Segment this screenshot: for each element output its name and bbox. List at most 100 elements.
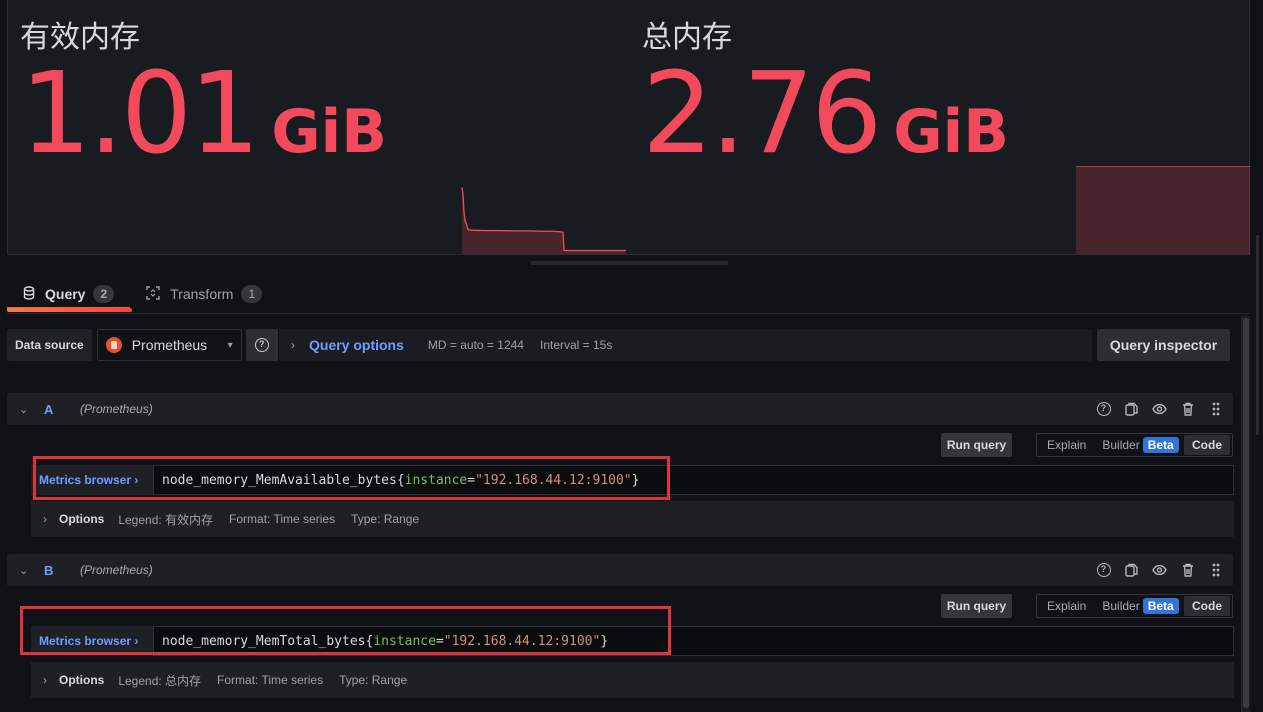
- query-ref-id[interactable]: B: [44, 563, 80, 578]
- chevron-right-icon: ›: [291, 338, 295, 352]
- code-mode-option[interactable]: Code: [1184, 596, 1230, 616]
- expr-brace: {: [365, 633, 374, 649]
- chevron-right-icon: ›: [43, 512, 47, 526]
- chevron-right-icon: ›: [134, 473, 139, 487]
- drag-handle-icon[interactable]: [1208, 563, 1223, 578]
- metrics-browser-label: Metrics browser: [39, 634, 132, 648]
- query-options-row-a[interactable]: › Options Legend: 有效内存 Format: Time seri…: [31, 501, 1234, 537]
- help-icon[interactable]: ?: [1096, 402, 1111, 417]
- help-icon[interactable]: ?: [1096, 563, 1111, 578]
- legend-summary: Legend: 总内存: [118, 673, 202, 688]
- metrics-query-row-a: Metrics browser › node_memory_MemAvailab…: [31, 465, 1234, 495]
- stat-value: 1.01 GiB: [20, 58, 387, 170]
- query-inspector-button[interactable]: Query inspector: [1097, 329, 1230, 361]
- stat-panel-available-memory[interactable]: 有效内存 1.01 GiB: [8, 0, 630, 254]
- query-options-row-b[interactable]: › Options Legend: 总内存 Format: Time serie…: [31, 662, 1234, 698]
- expr-brace: }: [600, 633, 609, 649]
- drag-handle-icon[interactable]: [1208, 402, 1223, 417]
- duplicate-query-icon[interactable]: [1124, 563, 1139, 578]
- chevron-right-icon: ›: [43, 673, 47, 687]
- editor-mode-toggle: Explain Builder Beta Code: [1036, 594, 1233, 618]
- code-mode-option[interactable]: Code: [1184, 435, 1230, 455]
- stat-panel-total-memory[interactable]: 总内存 2.76 GiB: [630, 0, 1250, 254]
- expr-label-value: "192.168.44.12:9100": [443, 633, 601, 649]
- editor-tabs: Query 2 Transform 1: [7, 278, 278, 312]
- explain-toggle[interactable]: Explain: [1039, 438, 1094, 452]
- tab-transform[interactable]: Transform 1: [130, 278, 278, 310]
- max-datapoints-info: MD = auto = 1244: [427, 338, 524, 352]
- tab-query[interactable]: Query 2: [7, 278, 131, 310]
- promql-query-input[interactable]: node_memory_MemAvailable_bytes{instance =…: [153, 465, 1234, 495]
- duplicate-query-icon[interactable]: [1124, 402, 1139, 417]
- expr-operator: =: [435, 633, 444, 649]
- stat-number: 1.01: [20, 49, 260, 179]
- database-icon: [23, 285, 35, 303]
- stat-number: 2.76: [642, 49, 882, 179]
- builder-label: Builder: [1102, 438, 1140, 452]
- builder-mode-option[interactable]: Builder Beta: [1094, 598, 1179, 614]
- interval-info: Interval = 15s: [539, 338, 613, 352]
- question-circle-icon: ?: [254, 338, 269, 352]
- stat-value: 2.76 GiB: [642, 58, 1009, 170]
- stat-unit: GiB: [893, 97, 1009, 167]
- query-options-title: Query options: [309, 337, 404, 353]
- query-row-actions: ?: [1096, 563, 1223, 578]
- expr-operator: =: [467, 472, 476, 488]
- tab-label: Query: [45, 286, 86, 302]
- format-summary: Format: Time series: [217, 673, 324, 687]
- editor-scrollbar-thumb[interactable]: [1243, 318, 1249, 708]
- expr-label-value: "192.168.44.12:9100": [475, 472, 632, 488]
- builder-mode-option[interactable]: Builder Beta: [1094, 437, 1179, 453]
- collapse-chevron-icon[interactable]: ⌄: [19, 403, 31, 416]
- expr-label-name: instance: [404, 472, 468, 488]
- tab-count-badge: 1: [241, 285, 263, 303]
- explain-toggle[interactable]: Explain: [1039, 599, 1094, 613]
- sparkline: [461, 187, 626, 254]
- run-query-button[interactable]: Run query: [941, 433, 1012, 457]
- expr-brace: {: [396, 472, 405, 488]
- type-summary: Type: Range: [351, 512, 420, 526]
- delete-query-trash-icon[interactable]: [1180, 563, 1195, 578]
- datasource-row: Data source Prometheus ▾ ?: [7, 329, 278, 361]
- query-row-header-a[interactable]: ⌄ A (Prometheus) ?: [7, 393, 1233, 425]
- query-options-toggle[interactable]: › Query options MD = auto = 1244 Interva…: [279, 329, 1092, 361]
- type-summary: Type: Range: [339, 673, 408, 687]
- collapse-chevron-icon[interactable]: ⌄: [19, 564, 31, 577]
- delete-query-trash-icon[interactable]: [1180, 402, 1195, 417]
- expr-brace: }: [631, 472, 640, 488]
- metrics-query-row-b: Metrics browser › node_memory_MemTotal_b…: [31, 626, 1234, 656]
- tab-count-badge: 2: [93, 285, 115, 303]
- metrics-browser-button[interactable]: Metrics browser ›: [31, 465, 153, 495]
- editor-mode-toggle: Explain Builder Beta Code: [1036, 433, 1233, 457]
- panel-resize-handle[interactable]: [530, 261, 728, 265]
- query-datasource-name: (Prometheus): [80, 402, 153, 416]
- beta-badge: Beta: [1142, 598, 1179, 614]
- expr-metric: node_memory_MemTotal_bytes: [162, 633, 366, 649]
- datasource-picker[interactable]: Prometheus ▾: [96, 329, 242, 361]
- builder-label: Builder: [1102, 599, 1140, 613]
- stat-panels-row: 有效内存 1.01 GiB 总内存 2.76 GiB: [7, 0, 1250, 255]
- run-query-button[interactable]: Run query: [941, 594, 1012, 618]
- sparkline-area: [462, 187, 626, 254]
- datasource-help-button[interactable]: ?: [245, 329, 278, 361]
- query-row-actions: ?: [1096, 402, 1223, 417]
- chevron-right-icon: ›: [134, 634, 139, 648]
- toggle-visibility-eye-icon[interactable]: [1152, 402, 1167, 417]
- tab-label: Transform: [170, 286, 234, 302]
- toggle-visibility-eye-icon[interactable]: [1152, 563, 1167, 578]
- promql-query-input[interactable]: node_memory_MemTotal_bytes{instance = "192…: [153, 626, 1234, 656]
- query-datasource-name: (Prometheus): [80, 563, 153, 577]
- datasource-label: Data source: [7, 329, 92, 361]
- active-tab-indicator: [7, 308, 132, 312]
- page-scrollbar[interactable]: [1256, 235, 1259, 435]
- legend-summary: Legend: 有效内存: [118, 512, 214, 527]
- expr-metric: node_memory_MemAvailable_bytes: [162, 472, 397, 488]
- expr-label-name: instance: [373, 633, 436, 649]
- options-title: Options: [59, 673, 105, 687]
- query-row-header-b[interactable]: ⌄ B (Prometheus) ?: [7, 554, 1233, 586]
- format-summary: Format: Time series: [229, 512, 336, 526]
- stat-unit: GiB: [271, 97, 387, 167]
- query-ref-id[interactable]: A: [44, 402, 80, 417]
- prometheus-logo-icon: [105, 337, 122, 353]
- metrics-browser-button[interactable]: Metrics browser ›: [31, 626, 153, 656]
